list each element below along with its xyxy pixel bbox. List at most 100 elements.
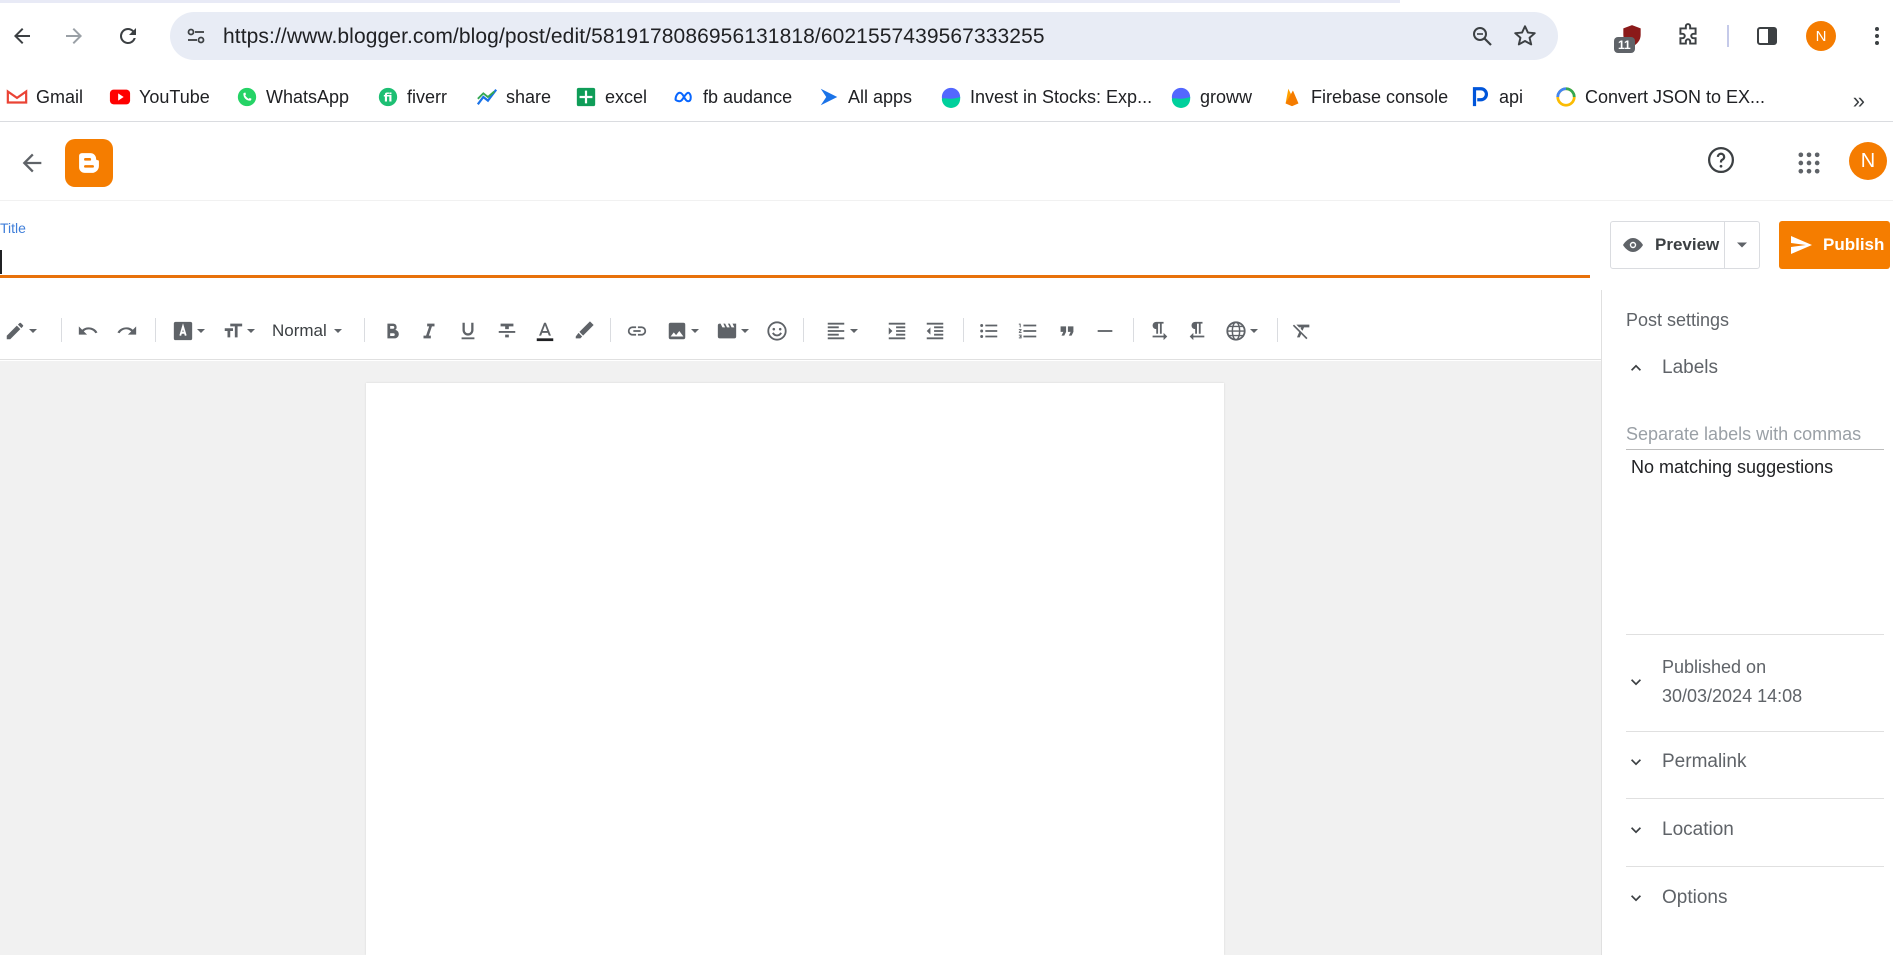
redo-icon[interactable] <box>116 318 138 344</box>
title-label: Title <box>0 220 26 236</box>
chevron-down-icon <box>1631 895 1641 902</box>
preview-label: Preview <box>1655 235 1720 254</box>
permalink-section-header[interactable]: Permalink <box>1626 751 1746 773</box>
chevron-down-icon <box>1631 679 1641 686</box>
align-left-icon[interactable] <box>825 318 859 344</box>
back-arrow-icon[interactable] <box>18 149 46 177</box>
no-matching-suggestions: No matching suggestions <box>1631 457 1834 477</box>
fiverr-icon: fi <box>377 86 399 108</box>
bold-icon[interactable] <box>381 318 403 344</box>
published-on-text: Published on 30/03/2024 14:08 <box>1662 653 1802 711</box>
converter-icon <box>1555 86 1577 108</box>
font-size-icon[interactable] <box>222 318 256 344</box>
insert-video-icon[interactable] <box>716 318 750 344</box>
bookmark-gmail[interactable]: Gmail <box>6 80 83 114</box>
horizontal-rule-icon[interactable] <box>1094 318 1116 344</box>
numbered-list-icon[interactable] <box>1017 318 1039 344</box>
ltr-direction-icon[interactable] <box>1148 318 1170 344</box>
quote-icon[interactable] <box>1056 318 1078 344</box>
bookmark-label: Gmail <box>36 86 84 107</box>
section-divider <box>1626 634 1884 635</box>
location-section-header[interactable]: Location <box>1626 819 1734 841</box>
browser-toolbar: https://www.blogger.com/blog/post/edit/5… <box>0 0 1893 74</box>
bookmark-excel[interactable]: excel <box>575 80 647 114</box>
back-arrow-icon[interactable] <box>6 20 38 52</box>
bookmark-groww[interactable]: groww <box>1170 80 1252 114</box>
chevron-down-icon <box>1631 759 1641 766</box>
options-section-header[interactable]: Options <box>1626 887 1727 909</box>
font-family-icon[interactable] <box>172 318 206 344</box>
section-divider <box>1626 798 1884 799</box>
bookmark-label: YouTube <box>139 86 210 107</box>
chevron-up-icon <box>1631 364 1641 371</box>
compose-mode-pencil-icon[interactable] <box>4 318 38 344</box>
paragraph-style-dropdown[interactable]: Normal <box>272 318 343 344</box>
bookmarks-bar: Gmail YouTube WhatsApp fi fiverr share e… <box>0 74 1893 122</box>
bookmark-firebase-console[interactable]: Firebase console <box>1281 80 1448 114</box>
groww-icon <box>940 86 962 108</box>
bookmark-fiverr[interactable]: fi fiverr <box>377 80 447 114</box>
publish-button[interactable]: Publish <box>1779 221 1890 269</box>
outdent-icon[interactable] <box>924 318 946 344</box>
reload-icon[interactable] <box>112 20 144 52</box>
underline-icon[interactable] <box>457 318 479 344</box>
extensions-puzzle-icon[interactable] <box>1672 20 1704 52</box>
toolbar-divider <box>1277 318 1278 342</box>
title-input[interactable] <box>0 244 1590 278</box>
emoji-icon[interactable] <box>766 318 788 344</box>
bookmark-label: fb audance <box>703 86 793 107</box>
browser-profile-avatar[interactable]: N <box>1806 21 1836 51</box>
side-panel-icon[interactable] <box>1751 20 1783 52</box>
send-icon <box>1791 236 1812 254</box>
whatsapp-icon <box>236 86 258 108</box>
bookmark-api[interactable]: api <box>1469 80 1523 114</box>
toolbar-divider <box>364 318 365 342</box>
toolbar-divider <box>803 318 804 342</box>
site-settings-icon[interactable] <box>184 24 208 48</box>
bookmark-whatsapp[interactable]: WhatsApp <box>236 80 349 114</box>
forward-arrow-icon[interactable] <box>58 20 90 52</box>
url-text[interactable]: https://www.blogger.com/blog/post/edit/5… <box>223 25 1045 49</box>
blogger-logo[interactable] <box>65 139 113 187</box>
section-divider <box>1626 866 1884 867</box>
toolbar-divider <box>963 318 964 342</box>
zoom-icon[interactable] <box>1470 24 1494 48</box>
bulleted-list-icon[interactable] <box>978 318 1000 344</box>
preview-dropdown-button[interactable] <box>1725 222 1759 268</box>
labels-section-header[interactable]: Labels <box>1626 357 1718 379</box>
groww-icon <box>1170 86 1192 108</box>
highlight-color-icon[interactable] <box>573 318 595 344</box>
preview-button-group: Preview <box>1610 221 1760 269</box>
preview-button[interactable]: Preview <box>1611 222 1725 268</box>
bookmark-label: All apps <box>848 86 913 107</box>
indent-icon[interactable] <box>886 318 908 344</box>
labels-input[interactable] <box>1626 420 1884 450</box>
google-apps-icon[interactable] <box>1795 149 1823 177</box>
help-icon[interactable] <box>1706 145 1736 175</box>
rtl-direction-icon[interactable] <box>1186 318 1208 344</box>
insert-image-icon[interactable] <box>666 318 700 344</box>
italic-icon[interactable] <box>418 318 440 344</box>
bookmarks-overflow-chevron-icon[interactable]: » <box>1853 88 1865 114</box>
bookmark-convert-json[interactable]: Convert JSON to EX... <box>1555 80 1765 114</box>
account-avatar[interactable]: N <box>1849 142 1887 180</box>
section-divider <box>1626 731 1884 732</box>
address-bar[interactable]: https://www.blogger.com/blog/post/edit/5… <box>170 12 1558 60</box>
strikethrough-icon[interactable] <box>496 318 518 344</box>
bookmark-fb-audance[interactable]: fb audance <box>673 80 792 114</box>
bookmark-invest-in-stocks[interactable]: Invest in Stocks: Exp... <box>940 80 1152 114</box>
bookmark-share[interactable]: share <box>476 80 551 114</box>
published-on-section-header[interactable]: Published on 30/03/2024 14:08 <box>1626 653 1802 711</box>
bookmark-youtube[interactable]: YouTube <box>109 80 210 114</box>
undo-icon[interactable] <box>77 318 99 344</box>
browser-menu-icon[interactable] <box>1861 20 1893 52</box>
language-globe-icon[interactable] <box>1225 318 1259 344</box>
bookmark-all-apps[interactable]: All apps <box>818 80 912 114</box>
post-body-editor[interactable] <box>366 383 1224 955</box>
bookmark-label: excel <box>605 86 648 107</box>
caret-down-icon <box>1737 242 1747 248</box>
text-color-icon[interactable] <box>534 318 556 344</box>
clear-formatting-icon[interactable] <box>1291 318 1313 344</box>
insert-link-icon[interactable] <box>626 318 648 344</box>
bookmark-star-icon[interactable] <box>1512 23 1538 49</box>
